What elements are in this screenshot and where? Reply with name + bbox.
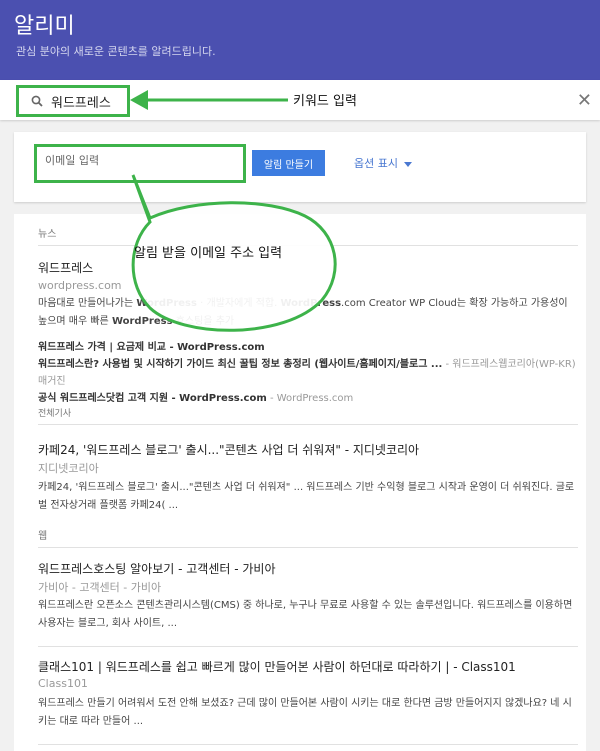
keyword-annotation-label: 키워드 입력 [293,94,357,109]
caret-down-icon [403,161,412,167]
divider [38,646,578,647]
web-item-title[interactable]: 워드프레스호스팅 알아보기 - 고객센터 - 가비아 [38,560,276,577]
search-icon [31,95,43,107]
divider [38,424,578,425]
news-item-snippet: 마음대로 만들어나가는 WordPress · 개발자에게 적합. WordPr… [38,298,568,327]
show-options-link[interactable]: 옵션 표시 [354,155,412,171]
divider [38,547,578,548]
show-options-label: 옵션 표시 [354,157,398,170]
all-articles-tag[interactable]: 전체기사 [38,406,71,419]
news-section-label: 뉴스 [38,229,57,240]
alert-settings-card: 이메일 입력 알림 만들기 옵션 표시 [14,132,586,202]
divider [38,245,578,246]
app-subtitle: 관심 분야의 새로운 콘텐츠를 알려드립니다. [16,45,216,58]
news-item-snippet: 카페24, '워드프레스 블로그' 출시..."콘텐츠 사업 더 쉬워져" ..… [38,482,575,511]
related-link[interactable]: 워드프레스란? 사용법 및 시작하기 가이드 최신 꿀팁 정보 총정리 (웹사이… [38,356,578,390]
news-item-title[interactable]: 카페24, '워드프레스 블로그' 출시..."콘텐츠 사업 더 쉬워져" - … [38,441,419,458]
news-item-source: wordpress.com [38,279,122,292]
email-input[interactable]: 이메일 입력 [34,144,246,183]
web-item-title[interactable]: 클래스101 | 워드프레스를 쉽고 빠르게 많이 만들어본 사람이 하던대로 … [38,658,516,675]
email-annotation-label: 알림 받을 이메일 주소 입력 [134,246,283,261]
app-title: 알리미 [14,14,75,39]
news-item-title[interactable]: 워드프레스 [38,259,93,276]
web-item-snippet: 워드프레스란 오픈소스 콘텐츠관리시스템(CMS) 중 하나로, 누구나 무료로… [38,600,573,629]
web-item-source: 가비아 - 고객센터 - 가비아 [38,581,162,594]
news-item-source: 지디넷코리아 [38,462,99,475]
keyword-search-input[interactable]: 워드프레스 [16,85,130,117]
web-item-source: Class101 [38,677,88,690]
alert-preview: 뉴스 워드프레스 wordpress.com 마음대로 만들어나가는 WordP… [14,214,586,751]
create-alert-button[interactable]: 알림 만들기 [252,150,325,176]
related-link[interactable]: 공식 워드프레스닷컴 고객 지원 - WordPress.com - WordP… [38,390,578,407]
web-section-label: 웹 [38,531,48,542]
close-icon[interactable]: ✕ [577,90,592,111]
related-link[interactable]: 워드프레스 가격 | 요금제 비교 - WordPress.com [38,339,578,356]
search-value: 워드프레스 [51,95,111,111]
divider [38,744,578,745]
related-links: 워드프레스 가격 | 요금제 비교 - WordPress.com 워드프레스란… [38,339,578,407]
web-item-snippet: 워드프레스 만들기 어려워서 도전 안해 보셨죠? 근데 많이 만들어본 사람이… [38,698,572,727]
